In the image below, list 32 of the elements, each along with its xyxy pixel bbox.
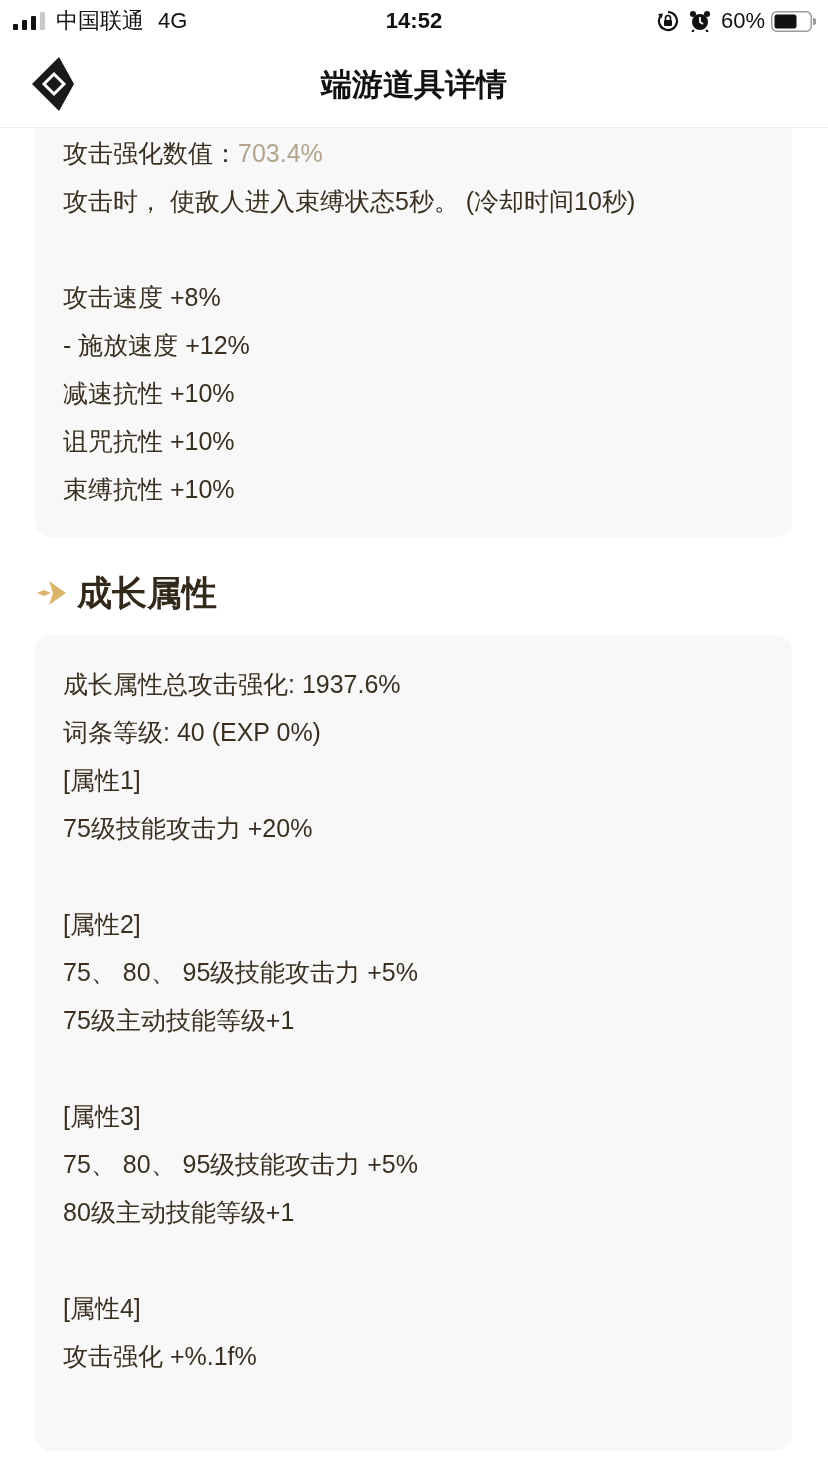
attribute-text-line: [属性2]	[63, 909, 142, 940]
attribute-text-line: 攻击强化 +%.1f%	[63, 1341, 258, 1372]
stat-value: 703.4%	[238, 139, 323, 167]
effect-text-line: - 施放速度 +12%	[63, 330, 251, 361]
attribute-text-line: 词条等级: 40 (EXP 0%)	[63, 717, 322, 748]
diamond-logo-icon	[32, 57, 74, 111]
effect-text-line: 减速抗性 +10%	[63, 378, 236, 409]
page-title: 端游道具详情	[321, 65, 507, 104]
effect-text-line: 诅咒抗性 +10%	[63, 426, 236, 457]
battery-percent: 60%	[720, 8, 765, 34]
alarm-clock-icon	[688, 10, 711, 32]
effect-text-line: 束缚抗性 +10%	[63, 474, 236, 505]
stat-label: 攻击强化数值：	[63, 139, 238, 167]
effect-text-line: 攻击时， 使敌人进入束缚状态5秒。 (冷却时间10秒)	[63, 186, 637, 217]
network-type: 4G	[158, 8, 188, 34]
attribute-text-line: [属性3]	[63, 1101, 142, 1132]
signal-strength-icon	[13, 12, 46, 30]
effect-text-line: 攻击速度 +8%	[63, 282, 222, 313]
clock-time: 14:52	[385, 8, 443, 34]
attribute-text-line: 75级主动技能等级+1	[63, 1005, 296, 1036]
attribute-text-line: [属性1]	[63, 765, 142, 796]
attribute-text-line: 75级技能攻击力 +20%	[63, 813, 314, 844]
attribute-text-line: 80级主动技能等级+1	[63, 1197, 296, 1228]
attribute-text-line: 75、 80、 95级技能攻击力 +5%	[63, 1149, 419, 1180]
carrier-name: 中国联通	[56, 8, 144, 34]
section-title: 成长属性	[77, 571, 217, 614]
attribute-text-line: [属性4]	[63, 1293, 142, 1324]
attribute-text-line: 75、 80、 95级技能攻击力 +5%	[63, 957, 419, 988]
battery-icon	[771, 10, 816, 32]
chevron-arrow-icon	[37, 580, 67, 606]
attribute-text-line: 成长属性总攻击强化: 1937.6%	[63, 669, 402, 700]
orientation-lock-icon	[656, 10, 679, 32]
